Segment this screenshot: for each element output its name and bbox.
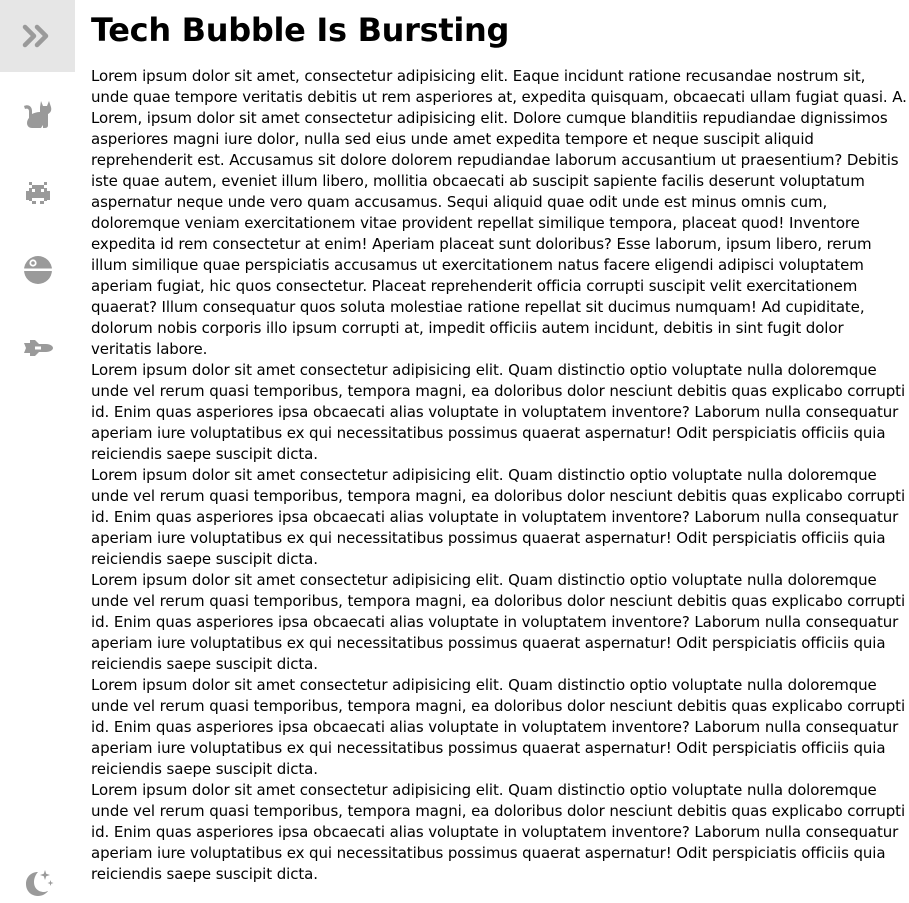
death-star-icon [23,256,52,284]
double-chevron-right-icon [22,24,48,48]
cat-icon [23,101,51,128]
article-body: Lorem ipsum dolor sit amet, consectetur … [91,66,907,885]
space-invader-icon [25,182,50,204]
sidebar-toggle-button[interactable] [0,0,75,72]
sidebar-item-death-star[interactable] [0,234,75,306]
paragraph: Lorem ipsum dolor sit amet consectetur a… [91,466,906,568]
paragraph: Lorem, ipsum dolor sit amet consectetur … [91,109,899,358]
page-title: Tech Bubble Is Bursting [91,11,510,49]
paragraph: Lorem ipsum dolor sit amet consectetur a… [91,571,906,673]
paragraph: Lorem ipsum dolor sit amet consectetur a… [91,676,906,778]
space-shuttle-icon [23,340,53,356]
sidebar-item-space-invader[interactable] [0,156,75,228]
paragraph: Lorem ipsum dolor sit amet consectetur a… [91,361,906,463]
sidebar-item-cat[interactable] [0,78,75,150]
sidebar-nav [0,0,75,903]
paragraph: Lorem ipsum dolor sit amet, consectetur … [91,67,907,106]
sidebar-item-space-shuttle[interactable] [0,312,75,384]
sidebar-item-theme-toggle[interactable] [0,846,75,903]
moon-stars-icon [25,870,53,896]
paragraph: Lorem ipsum dolor sit amet consectetur a… [91,781,906,883]
